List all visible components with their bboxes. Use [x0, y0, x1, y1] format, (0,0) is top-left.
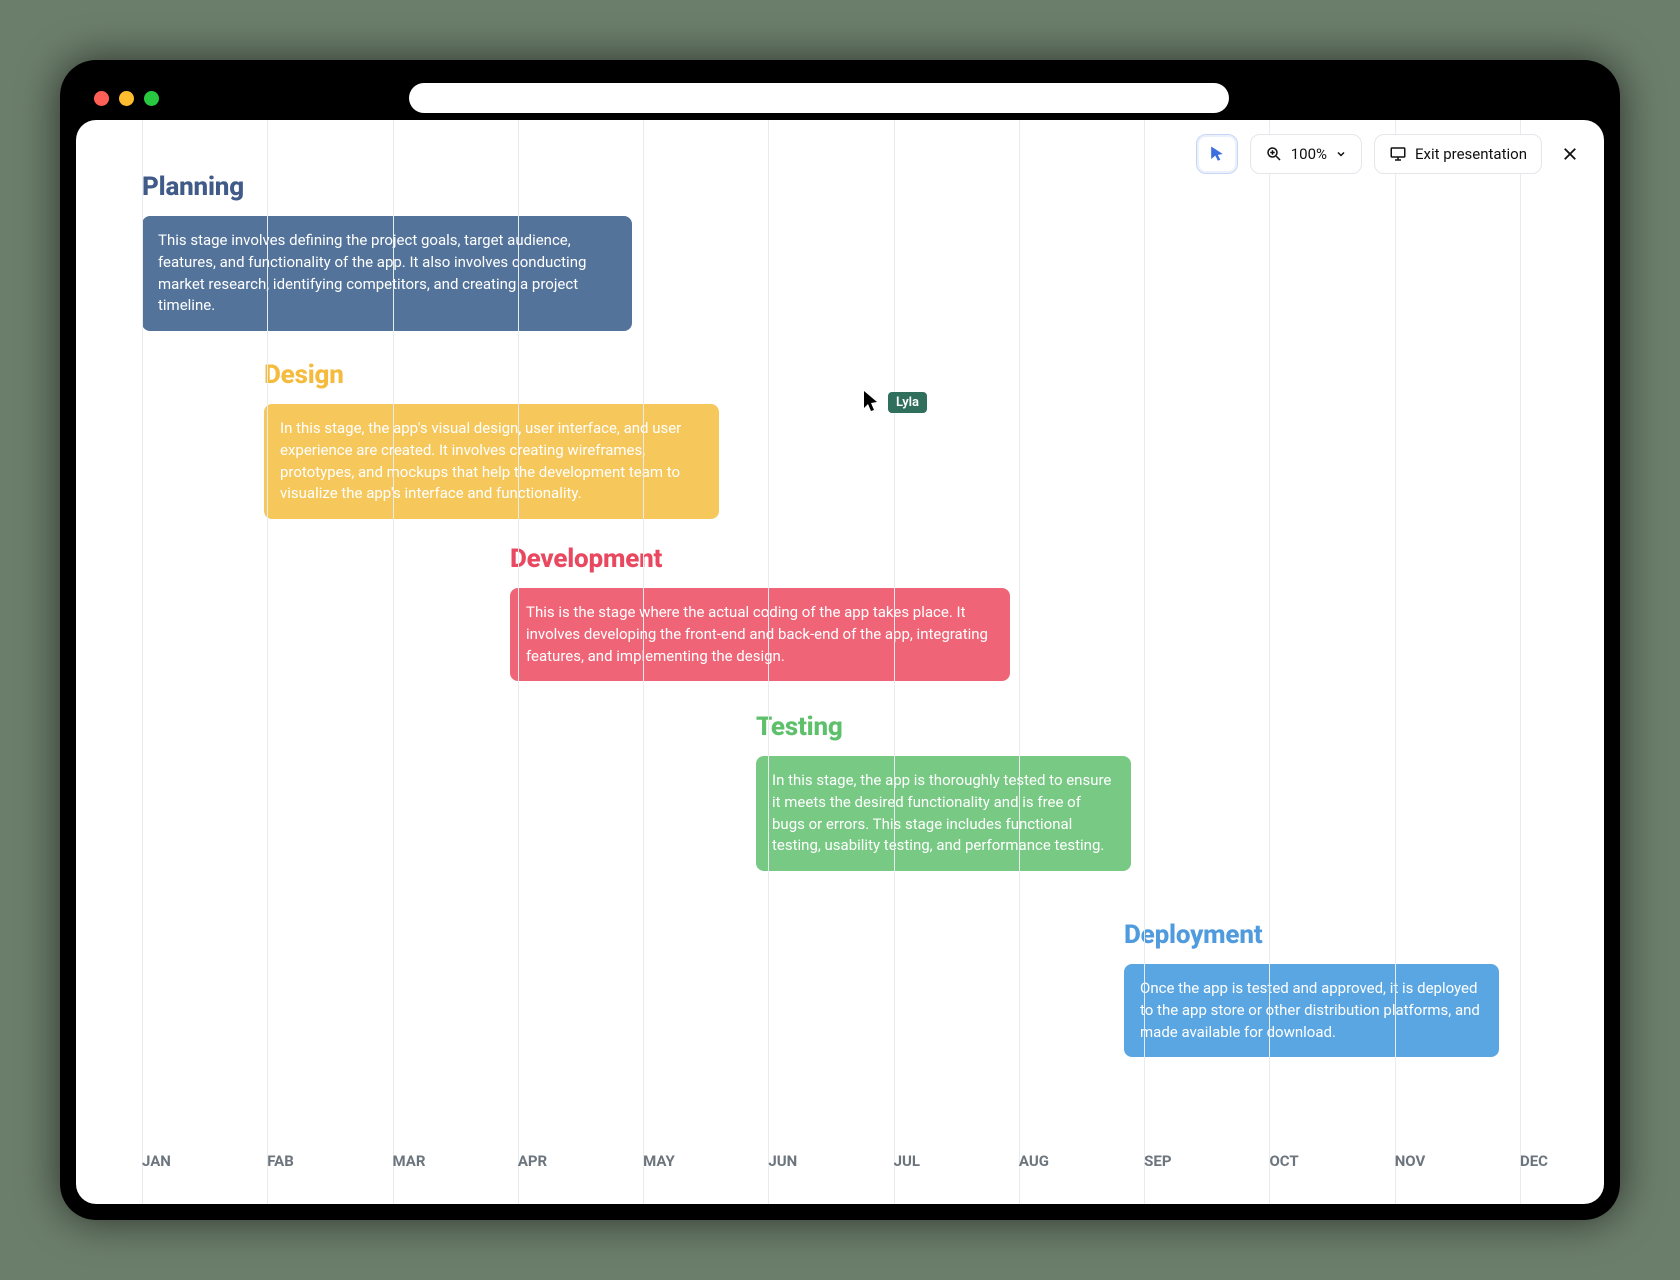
stage-title: Testing [756, 712, 1131, 742]
stage-title: Design [264, 360, 719, 390]
close-button[interactable] [1554, 138, 1586, 170]
stage-card[interactable]: In this stage, the app's visual design, … [264, 404, 719, 519]
device-frame: 100% Exit presentation Planni [60, 60, 1620, 1220]
timeline-canvas[interactable]: Planning This stage involves defining th… [76, 120, 1604, 1204]
window-titlebar [76, 76, 1604, 120]
month-label: APR [518, 1152, 547, 1170]
month-gridline [1019, 120, 1020, 1204]
stage-development[interactable]: Development This is the stage where the … [510, 544, 1010, 681]
window-close-dot[interactable] [94, 91, 109, 106]
presentation-icon [1389, 145, 1407, 163]
stage-testing[interactable]: Testing In this stage, the app is thorou… [756, 712, 1131, 871]
exit-presentation-label: Exit presentation [1415, 145, 1527, 163]
app-viewport: 100% Exit presentation Planni [76, 120, 1604, 1204]
zoom-in-icon [1265, 145, 1283, 163]
stage-title: Planning [142, 172, 632, 202]
month-gridline [1520, 120, 1521, 1204]
month-gridline [894, 120, 895, 1204]
month-gridline [1144, 120, 1145, 1204]
month-label: JUL [894, 1152, 920, 1170]
exit-presentation-button[interactable]: Exit presentation [1374, 134, 1542, 174]
month-gridline [393, 120, 394, 1204]
stage-title: Development [510, 544, 1010, 574]
month-gridline [518, 120, 519, 1204]
month-label: OCT [1269, 1152, 1298, 1170]
month-label: SEP [1144, 1152, 1171, 1170]
month-gridline [768, 120, 769, 1204]
close-icon [1561, 145, 1579, 163]
month-label: FAB [267, 1152, 294, 1170]
stage-card[interactable]: Once the app is tested and approved, it … [1124, 964, 1499, 1057]
address-bar[interactable] [409, 83, 1229, 113]
zoom-level: 100% [1291, 145, 1327, 163]
cursor-arrow-icon [862, 390, 880, 412]
stage-card[interactable]: This stage involves defining the project… [142, 216, 632, 331]
stage-design[interactable]: Design In this stage, the app's visual d… [264, 360, 719, 519]
collaborator-cursor: Lyla [862, 390, 927, 413]
month-label: JAN [142, 1152, 171, 1170]
month-label: NOV [1395, 1152, 1426, 1170]
window-maximize-dot[interactable] [144, 91, 159, 106]
stage-card[interactable]: This is the stage where the actual codin… [510, 588, 1010, 681]
month-gridline [142, 120, 143, 1204]
zoom-control[interactable]: 100% [1250, 134, 1362, 174]
month-gridline [267, 120, 268, 1204]
collaborator-name: Lyla [888, 392, 927, 413]
window-minimize-dot[interactable] [119, 91, 134, 106]
month-label: JUN [768, 1152, 797, 1170]
month-label: DEC [1520, 1152, 1548, 1170]
month-label: MAR [393, 1152, 426, 1170]
pointer-icon [1207, 144, 1227, 164]
stage-card[interactable]: In this stage, the app is thoroughly tes… [756, 756, 1131, 871]
month-gridline [1269, 120, 1270, 1204]
month-gridline [643, 120, 644, 1204]
chevron-down-icon [1335, 148, 1347, 160]
pointer-tool-button[interactable] [1196, 134, 1238, 174]
month-label: AUG [1019, 1152, 1049, 1170]
month-label: MAY [643, 1152, 675, 1170]
stage-title: Deployment [1124, 920, 1499, 950]
stage-planning[interactable]: Planning This stage involves defining th… [142, 172, 632, 331]
presentation-toolbar: 100% Exit presentation [1196, 134, 1586, 174]
month-gridline [1395, 120, 1396, 1204]
stage-deployment[interactable]: Deployment Once the app is tested and ap… [1124, 920, 1499, 1057]
